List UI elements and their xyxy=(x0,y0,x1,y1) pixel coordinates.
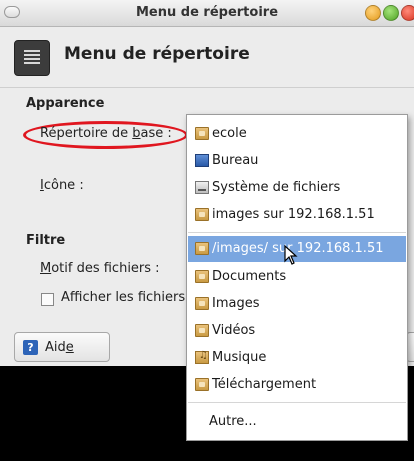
help-icon: ? xyxy=(23,340,38,355)
dropdown-item-downloads[interactable]: Téléchargement xyxy=(188,372,406,398)
folder-icon xyxy=(195,270,209,283)
dropdown-item-label: Système de fichiers xyxy=(212,180,341,195)
drive-icon xyxy=(195,181,209,194)
show-files-checkbox[interactable] xyxy=(41,293,54,306)
icon-label: Icône : xyxy=(40,178,84,193)
dropdown-item-label: Documents xyxy=(212,269,287,284)
file-pattern-label: Motif des fichiers : xyxy=(40,261,160,276)
dropdown-separator xyxy=(188,402,406,403)
dropdown-item-label: Images xyxy=(212,296,260,311)
menu-list-icon xyxy=(14,40,50,76)
dropdown-item-label: Autre... xyxy=(209,414,257,429)
window-title: Menu de répertoire xyxy=(135,5,279,20)
dialog-header: Menu de répertoire xyxy=(0,27,414,88)
dropdown-item-music[interactable]: Musique xyxy=(188,345,406,371)
filter-section-title: Filtre xyxy=(26,233,66,248)
dropdown-item-network-images[interactable]: images sur 192.168.1.51 xyxy=(188,202,406,228)
dropdown-item-videos[interactable]: Vidéos xyxy=(188,318,406,344)
dropdown-item-filesystem[interactable]: Système de fichiers xyxy=(188,175,406,201)
dropdown-item-documents[interactable]: Documents xyxy=(188,264,406,290)
music-folder-icon xyxy=(195,350,209,364)
dropdown-item-label: Musique xyxy=(212,350,267,365)
dropdown-item-label: Bureau xyxy=(212,153,259,168)
folder-icon xyxy=(195,324,209,337)
dropdown-separator xyxy=(188,232,406,233)
help-button[interactable]: ? Aide xyxy=(14,332,110,362)
base-directory-label: Répertoire de base : xyxy=(40,126,172,141)
folder-icon xyxy=(195,297,209,310)
dropdown-item-label: images sur 192.168.1.51 xyxy=(212,207,375,222)
dialog-heading: Menu de répertoire xyxy=(64,44,250,64)
base-directory-dropdown[interactable]: ecole Bureau Système de fichiers images … xyxy=(186,114,408,441)
mouse-pointer-icon xyxy=(284,245,298,265)
dropdown-item-bureau[interactable]: Bureau xyxy=(188,148,406,174)
close-button[interactable] xyxy=(401,5,414,21)
maximize-button[interactable] xyxy=(383,5,399,21)
download-folder-icon xyxy=(195,378,209,391)
dropdown-item-label: ecole xyxy=(212,126,247,141)
dropdown-item-label: Vidéos xyxy=(212,323,256,338)
desktop-icon xyxy=(195,154,209,167)
show-files-label[interactable]: Afficher les fichiers xyxy=(61,290,185,305)
dropdown-item-other[interactable]: Autre... xyxy=(188,409,406,435)
help-button-label: Aide xyxy=(45,340,74,355)
dropdown-item-images[interactable]: Images xyxy=(188,291,406,317)
network-folder-icon xyxy=(195,242,209,255)
appearance-section-title: Apparence xyxy=(26,96,105,111)
folder-icon xyxy=(195,127,209,140)
title-bar[interactable]: Menu de répertoire xyxy=(0,0,414,27)
dropdown-item-ecole[interactable]: ecole xyxy=(188,121,406,147)
dropdown-item-label: Téléchargement xyxy=(212,377,317,392)
network-folder-icon xyxy=(195,208,209,221)
minimize-button[interactable] xyxy=(365,5,381,21)
